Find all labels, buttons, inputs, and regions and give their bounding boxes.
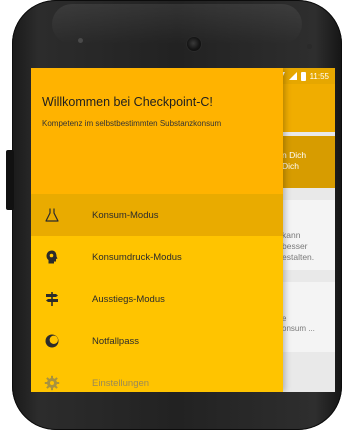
status-icons: 11:55	[276, 70, 329, 82]
status-time: 11:55	[309, 71, 329, 81]
volume-button	[6, 150, 14, 210]
phone-speaker	[78, 38, 83, 43]
background-card-text: besser	[282, 241, 308, 251]
phone-gloss	[52, 4, 302, 44]
drawer-subtitle: Kompetenz im selbstbestimmten Substanzko…	[42, 119, 222, 128]
menu-item-einstellungen[interactable]: Einstellungen	[31, 362, 283, 392]
background-card-text: onsum ...	[282, 324, 315, 333]
background-card-text: estalten.	[282, 252, 315, 262]
menu-item-label: Ausstiegs-Modus	[92, 293, 165, 305]
menu-item-label: Konsumdruck-Modus	[92, 251, 182, 263]
menu-item-konsumdruck-modus[interactable]: Konsumdruck-Modus	[31, 236, 283, 278]
menu-item-label: Einstellungen	[92, 377, 150, 389]
gear-icon	[43, 374, 61, 392]
menu-item-konsum-modus[interactable]: Konsum-Modus	[31, 194, 283, 236]
navigation-drawer: Willkommen bei Checkpoint-C! Kompetenz i…	[31, 68, 283, 392]
front-camera	[187, 37, 201, 51]
signal-icon	[288, 72, 297, 80]
flask-icon	[43, 206, 61, 224]
moon-icon	[43, 332, 61, 350]
drawer-header: Willkommen bei Checkpoint-C! Kompetenz i…	[31, 68, 283, 194]
drawer-menu: Konsum-Modus Konsumdruck-Modus Ausstiegs…	[31, 194, 283, 392]
menu-item-label: Notfallpass	[92, 335, 139, 347]
background-card-text: Dich	[282, 161, 300, 171]
proximity-sensor	[307, 44, 312, 49]
signpost-icon	[43, 290, 61, 308]
menu-item-label: Konsum-Modus	[92, 209, 159, 221]
menu-item-notfallpass[interactable]: Notfallpass	[31, 320, 283, 362]
drawer-title: Willkommen bei Checkpoint-C!	[42, 95, 213, 109]
background-card-text: e	[282, 314, 287, 323]
battery-icon	[300, 71, 306, 81]
menu-item-ausstiegs-modus[interactable]: Ausstiegs-Modus	[31, 278, 283, 320]
screen: 11:55 n Dich Dich kann besser estalten. …	[31, 68, 335, 392]
head-icon	[43, 248, 61, 266]
background-card-text: kann	[282, 230, 301, 240]
background-card-text: n Dich	[282, 150, 307, 160]
